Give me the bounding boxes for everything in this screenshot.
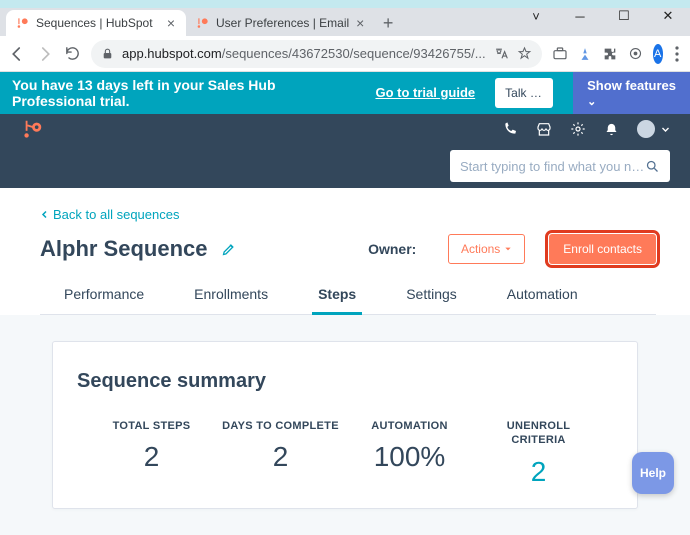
sequence-title: Alphr Sequence xyxy=(40,236,207,262)
star-icon[interactable] xyxy=(517,46,532,61)
chevron-left-icon xyxy=(40,210,49,219)
stat-label: UNENROLL CRITERIA xyxy=(499,419,579,448)
search-placeholder: Start typing to find what you need xyxy=(460,159,645,174)
browser-tab-strip: Sequences | HubSpot × User Preferences |… xyxy=(0,8,690,36)
search-input[interactable]: Start typing to find what you need xyxy=(450,150,670,182)
url-text: app.hubspot.com/sequences/43672530/seque… xyxy=(122,46,486,61)
new-tab-button[interactable]: + xyxy=(375,10,401,36)
chevron-down-icon: ⌄ xyxy=(587,95,676,108)
extensions-puzzle-icon[interactable] xyxy=(602,45,618,63)
talk-to-sales-button[interactable]: Talk to Sa... xyxy=(495,78,553,108)
owner-label: Owner: xyxy=(268,241,416,257)
address-bar[interactable]: app.hubspot.com/sequences/43672530/seque… xyxy=(91,40,542,68)
stat-value: 2 xyxy=(474,456,603,488)
back-button[interactable] xyxy=(8,44,26,64)
show-features-button[interactable]: Show features ⌄ xyxy=(573,72,690,114)
page-content: Back to all sequences Alphr Sequence Own… xyxy=(0,188,690,508)
hubspot-nav xyxy=(0,114,690,144)
tab-title: Sequences | HubSpot xyxy=(36,16,160,30)
stat-unenroll-criteria[interactable]: UNENROLL CRITERIA 2 xyxy=(474,419,603,488)
profile-avatar[interactable]: A xyxy=(653,44,663,64)
back-link-label: Back to all sequences xyxy=(53,207,179,222)
search-icon xyxy=(645,159,660,174)
tab-enrollments[interactable]: Enrollments xyxy=(194,286,268,314)
phone-icon[interactable] xyxy=(502,121,518,137)
stat-value: 2 xyxy=(87,441,216,473)
sequence-tabs: Performance Enrollments Steps Settings A… xyxy=(40,286,656,315)
stat-label: DAYS TO COMPLETE xyxy=(216,419,345,433)
trial-banner: You have 13 days left in your Sales Hub … xyxy=(0,72,690,114)
tab-performance[interactable]: Performance xyxy=(64,286,144,314)
avatar xyxy=(637,120,655,138)
hubspot-favicon xyxy=(196,16,210,30)
hubspot-favicon xyxy=(16,16,30,30)
gear-icon[interactable] xyxy=(570,121,586,137)
trial-text: You have 13 days left in your Sales Hub … xyxy=(12,77,355,109)
window-controls: ˅ ─ ☐ ✕ xyxy=(514,2,690,30)
edit-icon[interactable] xyxy=(221,242,236,257)
window-close[interactable]: ✕ xyxy=(646,2,690,30)
browser-toolbar: app.hubspot.com/sequences/43672530/seque… xyxy=(0,36,690,72)
forward-button[interactable] xyxy=(36,44,54,64)
back-to-sequences-link[interactable]: Back to all sequences xyxy=(40,207,179,222)
menu-icon[interactable] xyxy=(673,45,682,63)
stat-total-steps: TOTAL STEPS 2 xyxy=(87,419,216,488)
reload-button[interactable] xyxy=(64,44,81,64)
stat-value: 100% xyxy=(345,441,474,473)
summary-title: Sequence summary xyxy=(77,370,613,393)
browser-tab-sequences[interactable]: Sequences | HubSpot × xyxy=(6,10,186,36)
extension-icon-2[interactable] xyxy=(578,45,592,63)
bell-icon[interactable] xyxy=(604,122,619,137)
lock-icon xyxy=(101,47,114,60)
translate-icon[interactable] xyxy=(494,46,509,61)
stat-value: 2 xyxy=(216,441,345,473)
marketplace-icon[interactable] xyxy=(536,121,552,137)
tab-settings[interactable]: Settings xyxy=(406,286,457,314)
close-icon[interactable]: × xyxy=(353,16,367,30)
stat-label: AUTOMATION xyxy=(345,419,474,433)
enroll-contacts-button[interactable]: Enroll contacts xyxy=(549,234,656,264)
hubspot-logo[interactable] xyxy=(22,118,44,140)
stat-days-complete: DAYS TO COMPLETE 2 xyxy=(216,419,345,488)
extension-icon[interactable] xyxy=(552,45,568,63)
caret-down-icon xyxy=(504,245,512,253)
tab-steps[interactable]: Steps xyxy=(318,286,356,314)
tab-automation[interactable]: Automation xyxy=(507,286,578,314)
account-menu[interactable] xyxy=(637,120,670,138)
trial-guide-link[interactable]: Go to trial guide xyxy=(375,85,475,102)
window-minimize[interactable]: ─ xyxy=(558,2,602,30)
browser-tab-preferences[interactable]: User Preferences | Email × xyxy=(186,10,375,36)
extension-icon-3[interactable] xyxy=(628,45,643,63)
help-button[interactable]: Help xyxy=(632,452,674,494)
close-icon[interactable]: × xyxy=(164,16,178,30)
show-features-label: Show features xyxy=(587,78,676,93)
hubspot-search-row: Start typing to find what you need xyxy=(0,144,690,188)
tab-title: User Preferences | Email xyxy=(216,16,349,30)
actions-button[interactable]: Actions xyxy=(448,234,525,264)
actions-label: Actions xyxy=(461,242,500,256)
stat-label: TOTAL STEPS xyxy=(87,419,216,433)
sequence-summary-card: Sequence summary TOTAL STEPS 2 DAYS TO C… xyxy=(52,341,638,509)
window-dropdown[interactable]: ˅ xyxy=(514,2,558,30)
chevron-down-icon xyxy=(661,125,670,134)
stat-automation: AUTOMATION 100% xyxy=(345,419,474,488)
window-maximize[interactable]: ☐ xyxy=(602,2,646,30)
